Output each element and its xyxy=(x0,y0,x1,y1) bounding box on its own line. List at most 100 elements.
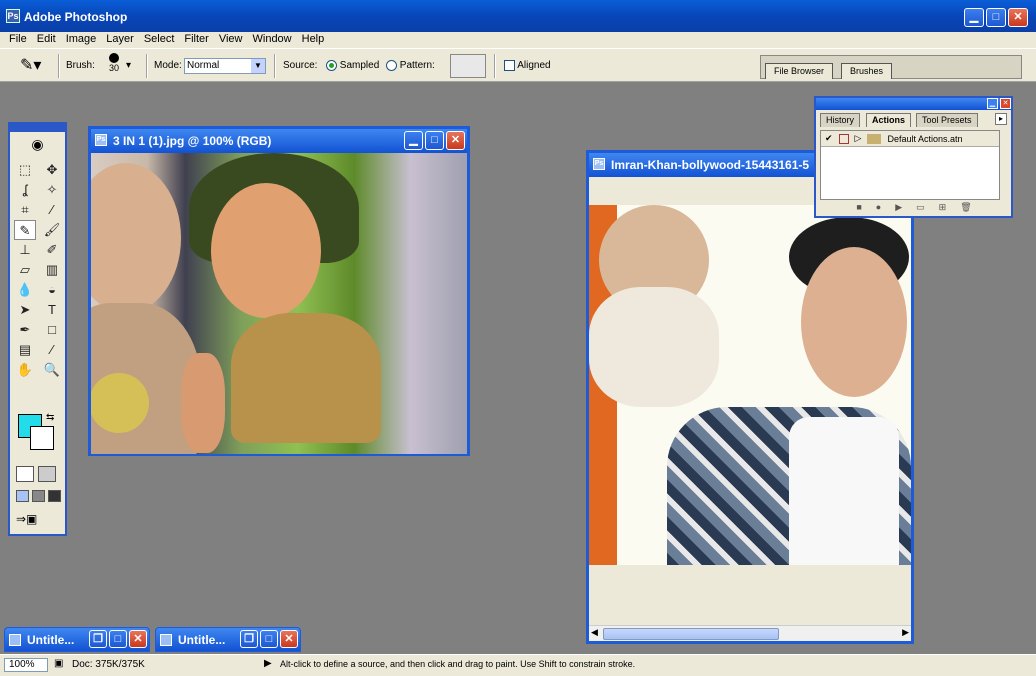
pattern-picker[interactable] xyxy=(450,54,486,78)
brush-dropdown-icon[interactable]: ▾ xyxy=(126,60,131,71)
toolbox-title-bar[interactable] xyxy=(10,124,65,132)
clone-stamp-icon[interactable]: ⊥ xyxy=(14,240,36,260)
rectangle-icon[interactable]: □ xyxy=(41,320,63,340)
slice-icon[interactable]: ∕ xyxy=(41,200,63,220)
jump-to-imageready-icon[interactable]: ⇒▣ xyxy=(16,512,37,526)
pattern-radio[interactable]: Pattern: xyxy=(386,60,435,71)
type-icon[interactable]: T xyxy=(41,300,63,320)
maximize-button[interactable]: □ xyxy=(109,630,127,648)
new-action-icon[interactable]: ⊞ xyxy=(939,202,947,214)
aligned-checkbox[interactable]: Aligned xyxy=(504,60,551,71)
magic-wand-icon[interactable]: ✧ xyxy=(41,180,63,200)
clone-stamp-tool-preset-icon[interactable]: ✎▾ xyxy=(20,55,41,75)
doc1-close-button[interactable]: ✕ xyxy=(446,131,465,150)
screen-mode-full-icon[interactable] xyxy=(48,490,61,502)
eraser-icon[interactable]: ▱ xyxy=(14,260,36,280)
lasso-icon[interactable]: ʆ xyxy=(14,180,36,200)
palette-minimize-button[interactable]: ▁ xyxy=(987,98,998,109)
doc1-minimize-button[interactable]: ▁ xyxy=(404,131,423,150)
doc2-canvas[interactable] xyxy=(589,177,911,565)
restore-button[interactable]: ❐ xyxy=(89,630,107,648)
doc1-title-bar[interactable]: Ps 3 IN 1 (1).jpg @ 100% (RGB) ▁ □ ✕ xyxy=(91,129,467,153)
screen-mode-full-menu-icon[interactable] xyxy=(32,490,45,502)
menu-image[interactable]: Image xyxy=(61,32,102,48)
trash-icon[interactable]: 🗑 xyxy=(960,202,971,214)
zoom-icon[interactable]: 🔍 xyxy=(41,360,63,380)
palette-menu-icon[interactable]: ▸ xyxy=(995,113,1007,125)
blur-icon[interactable]: 💧 xyxy=(14,280,36,300)
history-brush-icon[interactable]: ✐ xyxy=(41,240,63,260)
scroll-right-icon[interactable]: ▶ xyxy=(902,627,909,638)
move-icon[interactable]: ✥ xyxy=(41,160,63,180)
status-bar: 100% ▣ Doc: 375K/375K ▶ Alt-click to def… xyxy=(0,654,1036,676)
doc1-maximize-button[interactable]: □ xyxy=(425,131,444,150)
brush-picker[interactable]: 30 xyxy=(104,53,124,73)
tab-file-browser[interactable]: File Browser xyxy=(765,63,834,79)
expand-triangle-icon[interactable]: ▷ xyxy=(855,133,862,144)
background-color-swatch[interactable] xyxy=(30,426,54,450)
maximize-button[interactable]: □ xyxy=(986,8,1006,27)
palette-close-button[interactable]: ✕ xyxy=(1000,98,1011,109)
stop-icon[interactable]: ■ xyxy=(856,202,861,214)
menu-window[interactable]: Window xyxy=(248,32,297,48)
doc-info-icon[interactable]: ▣ xyxy=(54,658,63,669)
screen-mode-standard-icon[interactable] xyxy=(16,490,29,502)
new-set-icon[interactable]: ▭ xyxy=(916,202,925,214)
maximize-button[interactable]: □ xyxy=(260,630,278,648)
list-item[interactable]: ✔ ▷ Default Actions.atn xyxy=(821,131,999,147)
healing-brush-icon[interactable]: ✎ xyxy=(14,220,36,240)
menu-filter[interactable]: Filter xyxy=(179,32,213,48)
menu-select[interactable]: Select xyxy=(139,32,180,48)
path-select-icon[interactable]: ➤ xyxy=(14,300,36,320)
document-icon xyxy=(9,634,21,646)
dodge-icon[interactable]: ◒ xyxy=(41,280,63,300)
doc2-horizontal-scrollbar[interactable]: ◀ ▶ xyxy=(589,625,911,641)
eyedropper-icon[interactable]: ⁄ xyxy=(41,340,63,360)
close-button[interactable]: ✕ xyxy=(280,630,298,648)
hand-icon[interactable]: ✋ xyxy=(14,360,36,380)
menu-edit[interactable]: Edit xyxy=(32,32,61,48)
checkmark-icon[interactable]: ✔ xyxy=(825,133,833,144)
standard-mode-icon[interactable] xyxy=(16,466,34,482)
menu-help[interactable]: Help xyxy=(297,32,330,48)
quick-mask-icon[interactable] xyxy=(38,466,56,482)
play-icon[interactable]: ▶ xyxy=(895,202,902,214)
doc1-canvas[interactable] xyxy=(91,153,467,454)
tab-actions[interactable]: Actions xyxy=(866,113,912,127)
pen-icon[interactable]: ✒ xyxy=(14,320,36,340)
palette-title-bar[interactable]: ▁ ✕ xyxy=(816,98,1011,110)
record-icon[interactable]: ● xyxy=(876,202,881,214)
image-face-center xyxy=(211,183,321,318)
scroll-thumb[interactable] xyxy=(603,628,779,640)
adobe-online-icon[interactable]: ◉ xyxy=(10,132,65,156)
tab-brushes[interactable]: Brushes xyxy=(841,63,893,79)
minimized-window-1[interactable]: Untitle... ❐ □ ✕ xyxy=(4,627,150,652)
crop-icon[interactable]: ⌗ xyxy=(14,200,36,220)
swap-colors-icon[interactable]: ⇆ xyxy=(46,412,54,423)
tab-tool-presets[interactable]: Tool Presets xyxy=(916,113,978,127)
marquee-icon[interactable]: ⬚ xyxy=(14,160,36,180)
zoom-field[interactable]: 100% xyxy=(4,658,48,672)
mode-select[interactable]: Normal ▼ xyxy=(184,58,266,74)
brush-icon[interactable]: 🖌 xyxy=(41,220,63,240)
menu-view[interactable]: View xyxy=(214,32,248,48)
gradient-icon[interactable]: ▥ xyxy=(41,260,63,280)
close-button[interactable]: ✕ xyxy=(1008,8,1028,27)
menu-layer[interactable]: Layer xyxy=(101,32,139,48)
tab-history[interactable]: History xyxy=(820,113,861,127)
image-white-shirt xyxy=(789,417,899,565)
pattern-label: Pattern: xyxy=(399,60,435,72)
toolbox: ◉ ⬚ ✥ ʆ ✧ ⌗ ∕ ✎ 🖌 ⊥ ✐ ▱ ▥ 💧 ◒ ➤ T ✒ □ ▤ … xyxy=(8,122,67,536)
restore-button[interactable]: ❐ xyxy=(240,630,258,648)
scroll-left-icon[interactable]: ◀ xyxy=(591,627,598,638)
notes-icon[interactable]: ▤ xyxy=(14,340,36,360)
status-arrow-icon[interactable]: ▶ xyxy=(264,658,272,669)
minimized-window-2[interactable]: Untitle... ❐ □ ✕ xyxy=(155,627,301,652)
minimize-button[interactable]: ▁ xyxy=(964,8,984,27)
action-set-label: Default Actions.atn xyxy=(887,133,963,144)
close-button[interactable]: ✕ xyxy=(129,630,147,648)
menu-file[interactable]: File xyxy=(4,32,32,48)
dialog-toggle-icon[interactable] xyxy=(838,133,849,144)
status-hint: Alt-click to define a source, and then c… xyxy=(280,659,636,669)
sampled-radio[interactable]: Sampled xyxy=(326,60,379,71)
